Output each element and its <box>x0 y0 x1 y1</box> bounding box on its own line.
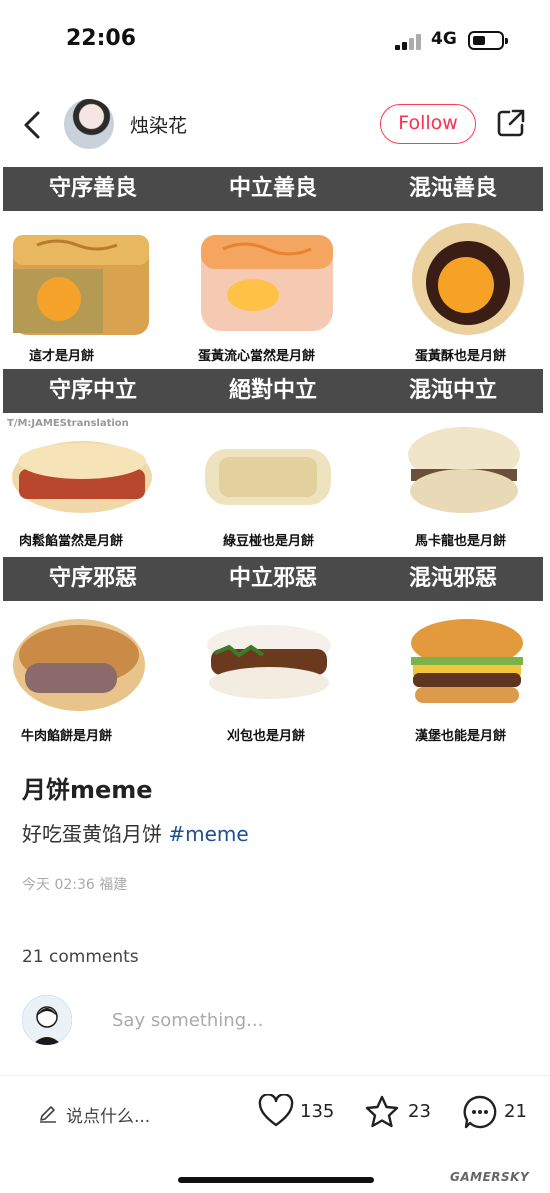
comment-count: 21 <box>504 1101 527 1122</box>
mooncake-image <box>201 235 333 331</box>
collect-button[interactable]: 23 <box>364 1094 434 1130</box>
translation-watermark: T/M:JAMEStranslation <box>7 418 129 429</box>
meme-image[interactable]: 守序善良 中立善良 混沌善良 這才是月餅 蛋黃流心當然是月餅 蛋黃酥也是月餅 守… <box>3 167 543 747</box>
back-arrow-icon[interactable] <box>18 105 48 145</box>
mooncake-image <box>13 235 149 335</box>
comment-input[interactable]: Say something... <box>112 1010 263 1031</box>
meat-pie-image <box>13 619 145 711</box>
home-indicator[interactable] <box>178 1177 374 1183</box>
status-bar: 22:06 4G <box>0 0 550 80</box>
follow-button[interactable]: Follow <box>380 104 476 144</box>
macaron-image <box>408 427 520 513</box>
header-band: 守序善良 中立善良 混沌善良 <box>3 167 543 211</box>
hashtag-link[interactable]: #meme <box>168 822 248 846</box>
alignment-header: 守序邪惡 <box>48 566 137 591</box>
star-icon <box>365 1095 399 1128</box>
like-button[interactable]: 135 <box>258 1093 338 1130</box>
heart-icon <box>258 1093 294 1127</box>
alignment-header: 絕對中立 <box>228 378 317 403</box>
header-band: 守序中立 絕對中立 混沌中立 <box>3 369 543 413</box>
comment-button[interactable]: 21 <box>462 1094 532 1130</box>
alignment-header: 中立善良 <box>228 176 317 201</box>
like-count: 135 <box>300 1101 335 1122</box>
post-header: 烛染花 Follow <box>0 95 550 155</box>
alignment-header: 混沌中立 <box>408 378 497 403</box>
mooncake-caption: 蛋黃酥也是月餅 <box>415 349 507 364</box>
post-title: 月饼meme <box>22 776 153 804</box>
post-text: 好吃蛋黄馅月饼 <box>22 822 169 846</box>
mooncake-caption: 這才是月餅 <box>29 349 95 364</box>
share-icon[interactable] <box>495 107 527 139</box>
alignment-header: 混沌善良 <box>408 176 497 201</box>
site-watermark: GAMERSKY <box>450 1170 530 1184</box>
current-user-avatar <box>22 995 72 1045</box>
alignment-header: 守序中立 <box>48 378 137 403</box>
gua-bao-image <box>207 625 331 699</box>
post-meta: 今天 02:36 福建 <box>22 877 128 893</box>
mooncake-caption: 刈包也是月餅 <box>227 729 306 744</box>
author-name[interactable]: 烛染花 <box>130 111 187 138</box>
mooncake-caption: 馬卡龍也是月餅 <box>415 534 507 549</box>
battery-icon <box>468 31 508 50</box>
network-label: 4G <box>431 29 457 49</box>
post-body: 好吃蛋黄馅月饼 #meme <box>22 818 249 847</box>
pencil-icon <box>40 1106 56 1123</box>
mooncake-image <box>205 449 331 505</box>
alignment-header: 混沌邪惡 <box>408 566 497 591</box>
mooncake-caption: 蛋黃流心當然是月餅 <box>198 349 316 364</box>
mooncake-caption: 綠豆椪也是月餅 <box>223 534 315 549</box>
bottom-action-bar: 说点什么... 135 23 21 <box>0 1075 550 1145</box>
star-count: 23 <box>408 1101 431 1122</box>
status-time: 22:06 <box>66 26 137 51</box>
alignment-header: 守序善良 <box>48 176 137 201</box>
header-band: 守序邪惡 中立邪惡 混沌邪惡 <box>3 557 543 601</box>
signal-icon <box>395 34 421 50</box>
comments-count: 21 comments <box>22 947 139 967</box>
alignment-header: 中立邪惡 <box>228 566 317 591</box>
mooncake-caption: 漢堡也能是月餅 <box>415 729 507 744</box>
mooncake-caption: 牛肉餡餅是月餅 <box>21 729 113 744</box>
hamburger-image <box>411 619 523 703</box>
author-avatar[interactable] <box>64 99 114 149</box>
mooncake-caption: 肉鬆餡當然是月餅 <box>19 534 124 549</box>
mooncake-image <box>412 223 524 335</box>
chat-bubble-icon <box>463 1095 497 1129</box>
write-comment-button[interactable]: 说点什么... <box>66 1102 150 1127</box>
mooncake-image <box>12 441 152 513</box>
